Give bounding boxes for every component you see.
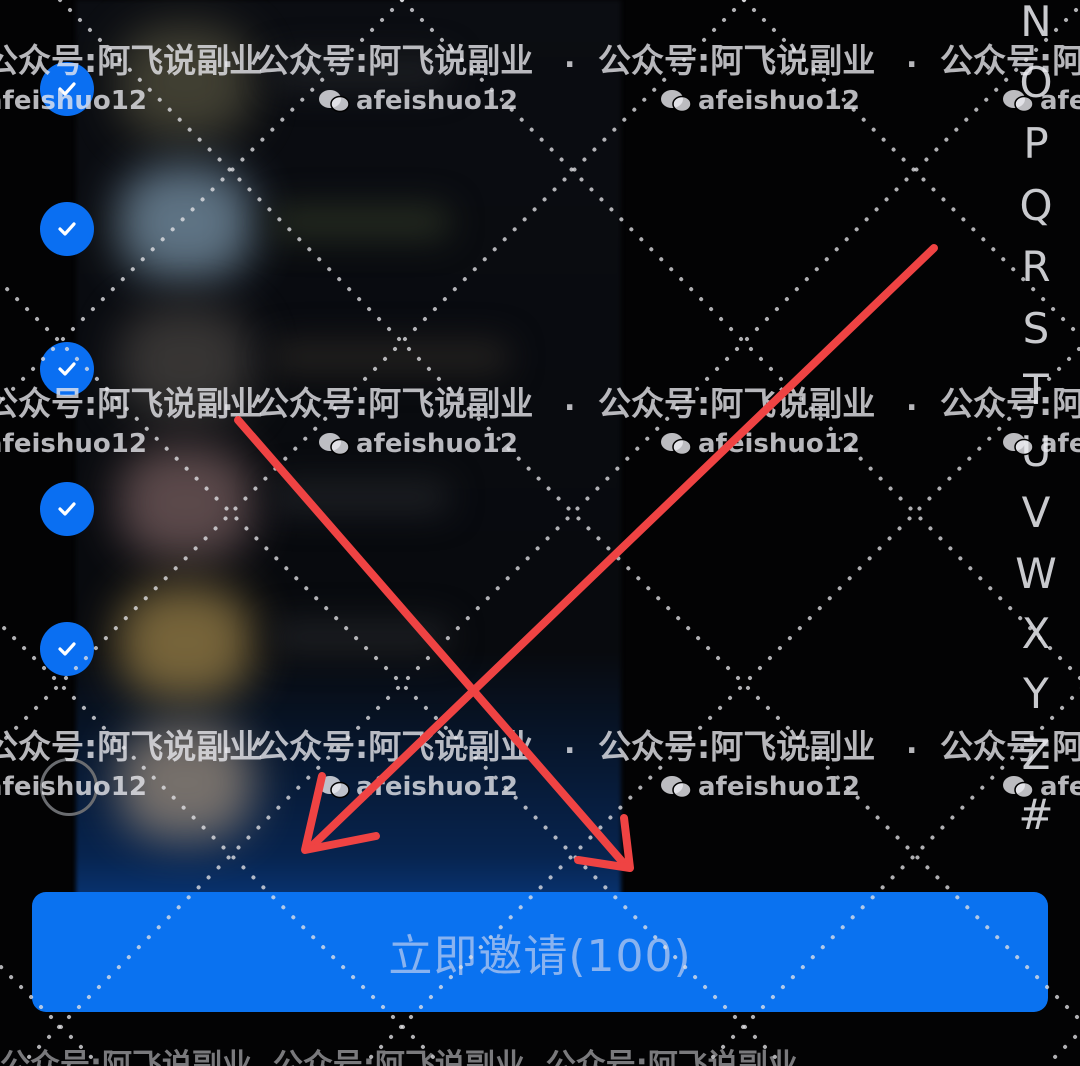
checkmark-icon [58, 222, 76, 236]
watermark-separator: . [906, 40, 918, 75]
watermark: 公众号:阿飞说副业 afeishuo12 [598, 727, 876, 802]
index-letter[interactable]: W [1006, 544, 1066, 604]
avatar [118, 305, 253, 420]
index-letter[interactable]: U [1006, 422, 1066, 482]
wechat-icon [661, 776, 692, 799]
index-letter[interactable]: R [1006, 237, 1066, 297]
checkmark-icon [58, 362, 76, 376]
watermark-strip: 公众号:阿飞说副业 公众号:阿飞说副业 公众号:阿飞说副业 [0, 1048, 798, 1066]
contact-name [270, 620, 450, 654]
index-letter[interactable]: Q [1006, 176, 1066, 236]
wechat-icon [661, 90, 692, 113]
index-letter[interactable]: # [1006, 785, 1066, 845]
contact-checkbox[interactable] [40, 342, 94, 396]
watermark: 公众号:阿飞说副业 afeishuo12 [598, 41, 876, 116]
index-letter[interactable]: N [1006, 0, 1066, 52]
contact-name [270, 205, 450, 239]
avatar [118, 725, 253, 840]
contact-name [270, 480, 450, 514]
contact-picker-screen: N O P Q R S T U V W X Y Z # 立即邀请(100) 公众… [0, 0, 1080, 1066]
contact-name [270, 55, 450, 89]
avatar [118, 585, 253, 700]
contact-name [270, 340, 510, 374]
invite-button[interactable]: 立即邀请(100) [32, 892, 1048, 1012]
contact-checkbox[interactable] [40, 202, 94, 256]
contact-checkbox[interactable] [40, 622, 94, 676]
index-letter[interactable]: Z [1006, 725, 1066, 785]
index-letter[interactable]: X [1006, 604, 1066, 664]
avatar [118, 445, 253, 560]
index-letter[interactable]: O [1006, 53, 1066, 113]
index-letter[interactable]: S [1006, 299, 1066, 359]
index-letter[interactable]: P [1006, 114, 1066, 174]
contact-checkbox[interactable] [40, 482, 94, 536]
watermark-separator: . [906, 383, 918, 418]
contact-checkbox[interactable] [40, 62, 94, 116]
index-letter[interactable]: V [1006, 483, 1066, 543]
checkmark-icon [58, 502, 76, 516]
avatar [118, 165, 253, 280]
avatar [118, 25, 253, 140]
wechat-icon [661, 433, 692, 456]
watermark: 公众号:阿飞说副业 afeishuo12 [598, 384, 876, 459]
index-letter[interactable]: T [1006, 360, 1066, 420]
alphabet-index: N O P Q R S T U V W X Y Z # [1006, 0, 1066, 850]
index-letter[interactable]: Y [1006, 664, 1066, 724]
checkmark-icon [58, 642, 76, 656]
watermark-separator: . [906, 726, 918, 761]
checkmark-icon [58, 82, 76, 96]
contact-checkbox-unchecked[interactable] [40, 758, 98, 816]
